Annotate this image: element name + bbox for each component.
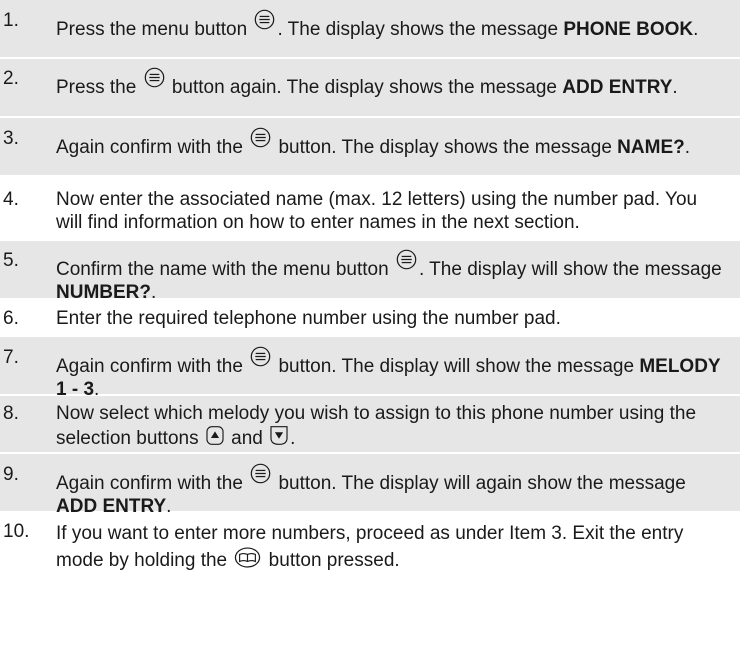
step-number: 1.: [3, 10, 19, 31]
step-text: Again confirm with the button. The displ…: [56, 127, 724, 159]
menu-button-icon: [250, 127, 271, 148]
menu-button-icon: [250, 463, 271, 484]
step-5: 5. Confirm the name with the menu button…: [0, 241, 740, 303]
step-8: 8. Now select which melody you wish to a…: [0, 396, 740, 454]
step-number: 5.: [3, 250, 19, 271]
down-arrow-button-icon: [270, 425, 288, 446]
step-9: 9. Again confirm with the button. The di…: [0, 454, 740, 517]
step-number: 2.: [3, 68, 19, 89]
menu-button-icon: [396, 249, 417, 270]
menu-button-icon: [144, 67, 165, 88]
phonebook-button-icon: [234, 547, 261, 568]
step-number: 7.: [3, 347, 19, 368]
step-text: Press the button again. The display show…: [56, 67, 724, 99]
step-text: Press the menu button . The display show…: [56, 9, 724, 41]
step-number: 4.: [3, 189, 19, 210]
step-7: 7. Again confirm with the button. The di…: [0, 337, 740, 400]
step-1: 1. Press the menu button . The display s…: [0, 0, 740, 59]
step-6: 6. Enter the required telephone number u…: [0, 300, 740, 337]
instruction-steps: 1. Press the menu button . The display s…: [0, 0, 740, 581]
step-number: 6.: [3, 308, 19, 329]
step-text: If you want to enter more numbers, proce…: [56, 523, 684, 571]
step-text: Now select which melody you wish to assi…: [56, 403, 697, 449]
menu-button-icon: [254, 9, 275, 30]
step-4: 4. Now enter the associated name (max. 1…: [0, 177, 740, 241]
step-text: Now enter the associated name (max. 12 l…: [56, 189, 698, 233]
menu-button-icon: [250, 346, 271, 367]
up-arrow-button-icon: [206, 425, 224, 446]
step-number: 8.: [3, 403, 19, 424]
step-text: Confirm the name with the menu button . …: [56, 249, 724, 304]
step-number: 9.: [3, 464, 19, 485]
step-text: Again confirm with the button. The displ…: [56, 346, 724, 401]
step-text: Again confirm with the button. The displ…: [56, 463, 724, 518]
step-2: 2. Press the button again. The display s…: [0, 59, 740, 118]
step-number: 10.: [3, 521, 30, 542]
step-text: Enter the required telephone number usin…: [56, 308, 561, 329]
step-3: 3. Again confirm with the button. The di…: [0, 118, 740, 177]
step-10: 10. If you want to enter more numbers, p…: [0, 513, 740, 581]
step-number: 3.: [3, 128, 19, 149]
